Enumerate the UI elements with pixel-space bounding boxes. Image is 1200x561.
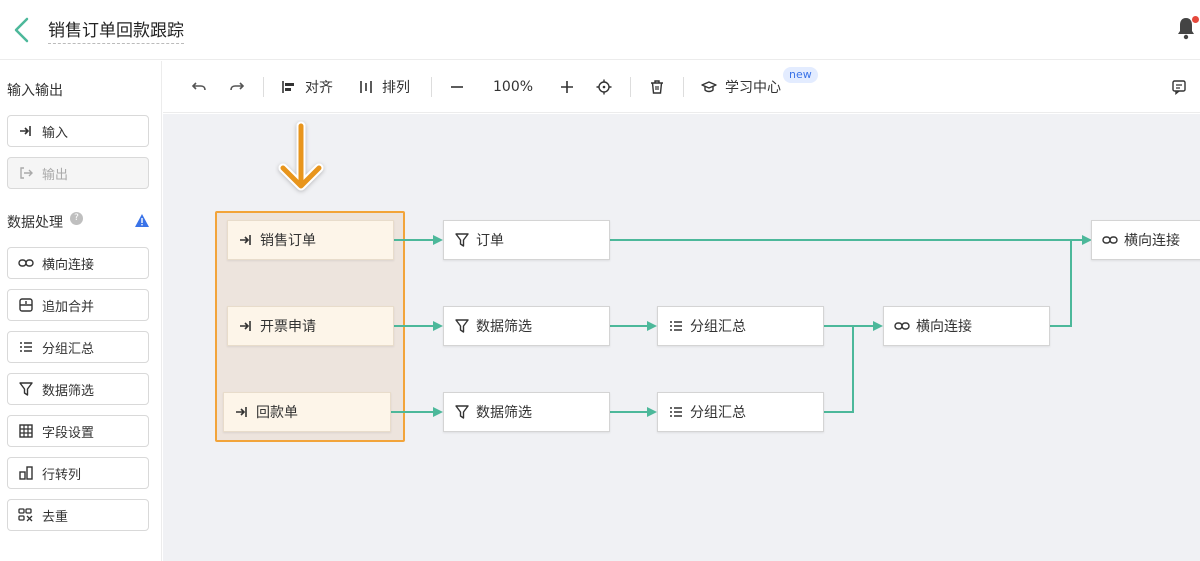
notification-bell-icon[interactable] [1176, 16, 1199, 40]
toolbar-divider [630, 77, 631, 97]
arrange-icon [358, 79, 374, 95]
redo-icon[interactable] [229, 61, 245, 113]
comment-panel-icon[interactable] [1171, 61, 1187, 113]
arrange-label: 排列 [382, 80, 410, 96]
node-label: 横向连接 [1124, 233, 1180, 249]
list-icon [18, 339, 34, 355]
node-label: 横向连接 [916, 319, 972, 335]
list-icon [668, 404, 684, 420]
palette-item-label: 数据筛选 [42, 383, 95, 399]
node-label: 分组汇总 [690, 405, 746, 421]
graduation-cap-icon [701, 79, 717, 95]
palette-item-append[interactable]: 追加合并 [7, 289, 149, 321]
merge-icon [18, 297, 34, 313]
locate-crosshair-icon[interactable] [596, 61, 612, 113]
output-arrow-icon [18, 165, 34, 181]
palette-item-group[interactable]: 分组汇总 [7, 331, 149, 363]
back-chevron-icon[interactable] [12, 16, 32, 44]
new-badge: new [783, 67, 818, 83]
node-join-middle[interactable]: 横向连接 [883, 306, 1050, 346]
node-label: 数据筛选 [476, 405, 532, 421]
toolbar-divider [431, 77, 432, 97]
input-arrow-icon [238, 232, 254, 248]
link-icon [894, 318, 910, 334]
node-join-final[interactable]: 横向连接 [1091, 220, 1200, 260]
palette-item-join[interactable]: 横向连接 [7, 247, 149, 279]
palette-item-input[interactable]: 输入 [7, 115, 149, 147]
node-input-invoice-apply[interactable]: 开票申请 [227, 306, 394, 346]
node-label: 销售订单 [260, 233, 316, 249]
top-header: 销售订单回款跟踪 [0, 0, 1200, 60]
row-to-column-icon [18, 465, 34, 481]
node-label: 开票申请 [260, 319, 316, 335]
arrange-button[interactable]: 排列 [358, 61, 410, 113]
node-filter-payment[interactable]: 数据筛选 [443, 392, 610, 432]
palette-item-label: 行转列 [42, 467, 82, 483]
plus-icon [561, 81, 573, 93]
undo-icon[interactable] [191, 61, 207, 113]
learning-center-button[interactable]: 学习中心 [701, 61, 781, 113]
palette-item-label: 输入 [42, 125, 69, 141]
node-input-sales-order[interactable]: 销售订单 [227, 220, 394, 260]
node-palette-sidebar: 输入输出 输入 输出 数据处理 ? 横向连接 追加合并 分组汇总 数据筛选 字段… [0, 61, 162, 561]
palette-item-label: 横向连接 [42, 257, 95, 273]
toolbar-divider [263, 77, 264, 97]
palette-item-label: 追加合并 [42, 299, 95, 315]
palette-item-label: 去重 [42, 509, 69, 525]
help-question-icon[interactable]: ? [70, 212, 83, 225]
warning-triangle-icon[interactable] [135, 212, 149, 227]
palette-item-filter[interactable]: 数据筛选 [7, 373, 149, 405]
list-icon [668, 318, 684, 334]
node-group-payment[interactable]: 分组汇总 [657, 392, 824, 432]
node-label: 回款单 [256, 405, 298, 421]
filter-icon [454, 232, 470, 248]
minus-icon [451, 86, 463, 88]
zoom-out-button[interactable] [449, 61, 465, 113]
node-label: 分组汇总 [690, 319, 746, 335]
node-label: 订单 [476, 233, 504, 249]
input-arrow-icon [18, 123, 34, 139]
filter-icon [454, 404, 470, 420]
input-arrow-icon [238, 318, 254, 334]
palette-item-label: 输出 [42, 167, 69, 183]
io-section-title: 输入输出 [7, 83, 63, 99]
filter-icon [18, 381, 34, 397]
palette-item-label: 字段设置 [42, 425, 95, 441]
link-icon [18, 255, 34, 271]
canvas-toolbar: 对齐 排列 100% 学习中心 new [163, 61, 1200, 113]
palette-item-output: 输出 [7, 157, 149, 189]
align-left-icon [281, 79, 297, 95]
palette-item-field-settings[interactable]: 字段设置 [7, 415, 149, 447]
page-title[interactable]: 销售订单回款跟踪 [48, 16, 184, 44]
node-filter-order[interactable]: 订单 [443, 220, 610, 260]
input-arrow-icon [234, 404, 250, 420]
palette-item-dedupe[interactable]: 去重 [7, 499, 149, 531]
palette-item-row-to-column[interactable]: 行转列 [7, 457, 149, 489]
node-input-payment[interactable]: 回款单 [223, 392, 391, 432]
learning-center-label: 学习中心 [725, 80, 781, 96]
node-filter-invoice[interactable]: 数据筛选 [443, 306, 610, 346]
zoom-in-button[interactable] [559, 61, 575, 113]
palette-item-label: 分组汇总 [42, 341, 95, 357]
align-label: 对齐 [305, 80, 333, 96]
process-section-title: 数据处理 [7, 215, 63, 231]
filter-icon [454, 318, 470, 334]
align-button[interactable]: 对齐 [281, 61, 333, 113]
node-label: 数据筛选 [476, 319, 532, 335]
toolbar-divider [683, 77, 684, 97]
flow-canvas[interactable]: 销售订单 开票申请 回款单 订单 数据筛选 数据筛选 分组汇总 分组汇总 横向连… [163, 114, 1200, 561]
table-icon [18, 423, 34, 439]
delete-trash-icon[interactable] [649, 61, 665, 113]
notification-dot [1192, 16, 1199, 23]
dedupe-icon [18, 507, 34, 523]
link-icon [1102, 232, 1118, 248]
zoom-level: 100% [493, 79, 534, 95]
node-group-invoice[interactable]: 分组汇总 [657, 306, 824, 346]
